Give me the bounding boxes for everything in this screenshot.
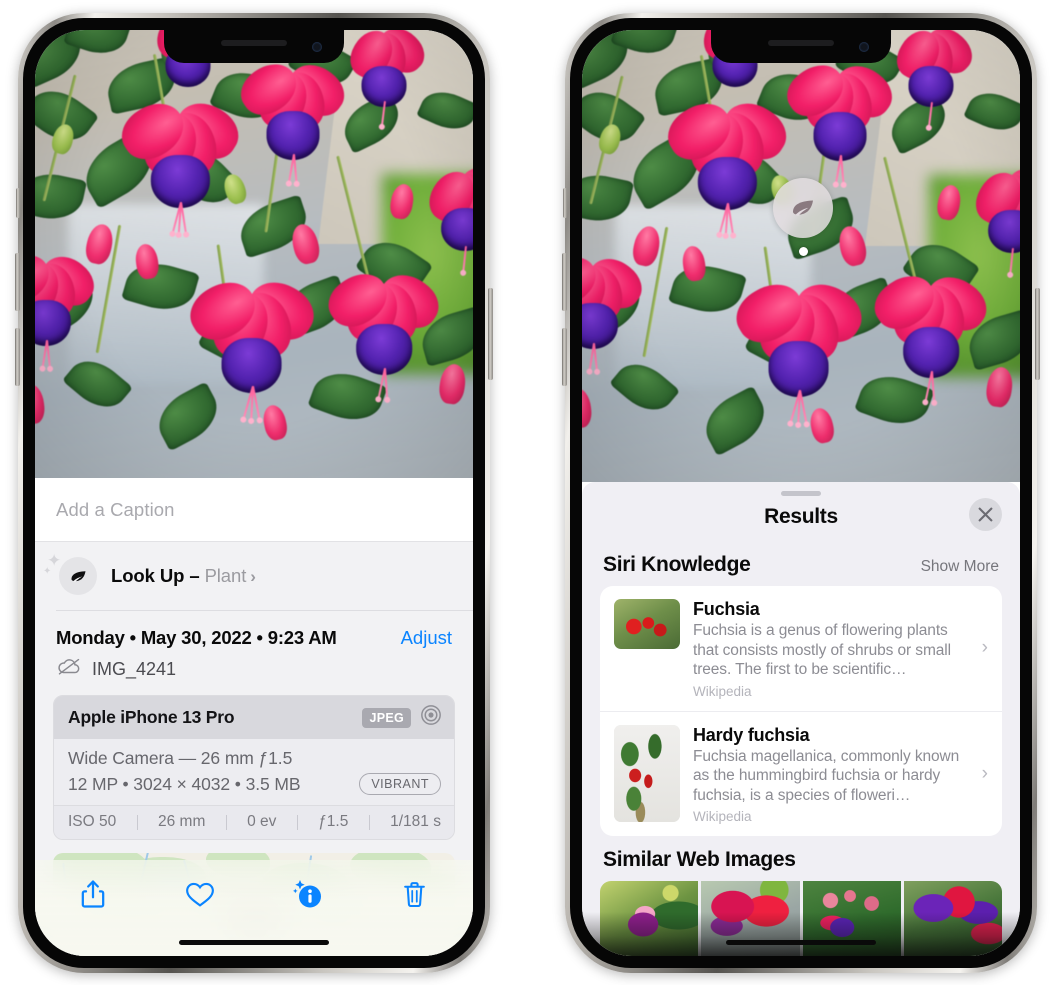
exif-focal-length: 26 mm — [158, 813, 206, 830]
photo-info-sheet: Add a Caption ✦ ✦ Look Up – Plant › Mond… — [35, 478, 473, 956]
results-sheet: Results Siri Knowledge Show More Fuchsia… — [582, 482, 1020, 956]
metadata-badges: JPEG — [362, 704, 442, 731]
exif-shutter-speed: 1/181 s — [390, 813, 441, 830]
sparkles-small-icon: ✦ — [43, 566, 52, 577]
file-name: IMG_4241 — [92, 658, 177, 679]
exif-iso: ISO 50 — [68, 813, 117, 830]
delete-button[interactable] — [395, 874, 435, 914]
knowledge-source: Wikipedia — [693, 683, 752, 699]
leaf-icon — [793, 200, 814, 216]
knowledge-thumbnail — [614, 724, 680, 822]
knowledge-title: Fuchsia — [693, 599, 760, 619]
chevron-right-icon: › — [250, 567, 256, 586]
photo-viewer[interactable] — [582, 30, 1020, 482]
knowledge-item[interactable]: Hardy fuchsia Fuchsia magellanica, commo… — [600, 710, 1002, 837]
bottom-scrim — [582, 912, 1020, 956]
capture-date-row: Monday • May 30, 2022 • 9:23 AM Adjust — [35, 611, 473, 653]
knowledge-title: Hardy fuchsia — [693, 724, 810, 745]
file-row: IMG_4241 — [35, 653, 473, 695]
device-notch — [164, 30, 344, 63]
knowledge-description: Fuchsia is a genus of flowering plants t… — [693, 622, 951, 678]
siri-knowledge-header: Siri Knowledge Show More — [582, 541, 1020, 586]
look-up-label: Look Up – Plant › — [111, 565, 256, 587]
device-bezel: Results Siri Knowledge Show More Fuchsia… — [570, 18, 1032, 968]
fuchsia-photo — [582, 30, 1020, 482]
fuchsia-photo — [35, 30, 473, 478]
home-indicator[interactable] — [179, 939, 329, 945]
results-title: Results — [764, 505, 838, 528]
lens-info: Wide Camera — 26 mm ƒ1.5 — [68, 748, 293, 768]
exif-aperture: ƒ1.5 — [318, 813, 349, 830]
siri-knowledge-card: Fuchsia Fuchsia is a genus of flowering … — [600, 586, 1002, 836]
left-screen: Add a Caption ✦ ✦ Look Up – Plant › Mond… — [35, 30, 473, 956]
power-button[interactable] — [488, 288, 493, 380]
exif-separator — [136, 814, 138, 830]
volume-up-button[interactable] — [15, 253, 20, 311]
similar-web-images-title: Similar Web Images — [603, 848, 796, 871]
exif-exposure-comp: 0 ev — [247, 813, 277, 830]
photo-viewer[interactable] — [35, 30, 473, 478]
device-notch — [711, 30, 891, 63]
front-camera-icon — [859, 42, 869, 52]
iphone-left-device: Add a Caption ✦ ✦ Look Up – Plant › Mond… — [15, 13, 493, 973]
knowledge-thumbnail — [614, 599, 680, 649]
exif-separator — [296, 814, 298, 830]
exif-separator — [225, 814, 227, 830]
favorite-button[interactable] — [180, 874, 220, 914]
visual-lookup-leaf-badge[interactable] — [773, 178, 834, 256]
metadata-header: Apple iPhone 13 Pro JPEG — [54, 696, 454, 739]
volume-up-button[interactable] — [562, 253, 567, 311]
knowledge-source: Wikipedia — [693, 809, 752, 824]
siri-knowledge-title: Siri Knowledge — [603, 553, 751, 576]
leaf-icon — [59, 557, 97, 595]
iphone-right-device: Results Siri Knowledge Show More Fuchsia… — [562, 13, 1040, 973]
results-header: Results — [582, 496, 1020, 541]
exif-separator — [368, 814, 370, 830]
screenshot-stage: Add a Caption ✦ ✦ Look Up – Plant › Mond… — [0, 0, 1055, 985]
camera-device-name: Apple iPhone 13 Pro — [68, 707, 235, 727]
home-indicator[interactable] — [726, 939, 876, 945]
caption-field[interactable]: Add a Caption — [35, 478, 473, 542]
front-camera-icon — [312, 42, 322, 52]
leaf-badge-anchor-dot — [798, 247, 808, 256]
silent-switch[interactable] — [16, 188, 20, 218]
photographic-style-badge: VIBRANT — [359, 773, 441, 795]
chevron-right-icon: › — [981, 762, 988, 784]
metadata-body: Wide Camera — 26 mm ƒ1.5 12 MP • 3024 × … — [54, 739, 454, 805]
device-bezel: Add a Caption ✦ ✦ Look Up – Plant › Mond… — [23, 18, 485, 968]
info-button[interactable] — [288, 874, 328, 914]
knowledge-item[interactable]: Fuchsia Fuchsia is a genus of flowering … — [600, 586, 1002, 711]
look-up-icon-group: ✦ ✦ — [43, 552, 97, 595]
cloud-slash-icon — [56, 657, 82, 681]
earpiece-speaker — [768, 40, 834, 46]
look-up-row[interactable]: ✦ ✦ Look Up – Plant › — [35, 542, 473, 610]
aperture-icon — [420, 704, 442, 731]
close-icon — [978, 507, 993, 522]
format-badge: JPEG — [362, 707, 411, 728]
volume-down-button[interactable] — [15, 328, 20, 386]
silent-switch[interactable] — [563, 188, 567, 218]
volume-down-button[interactable] — [562, 328, 567, 386]
earpiece-speaker — [221, 40, 287, 46]
file-size-info: 12 MP • 3024 × 4032 • 3.5 MB — [68, 773, 301, 794]
show-more-button[interactable]: Show More — [921, 558, 999, 576]
adjust-button[interactable]: Adjust — [401, 627, 452, 649]
close-button[interactable] — [969, 498, 1002, 531]
look-up-subject: Plant — [204, 565, 247, 586]
capture-date: Monday • May 30, 2022 • 9:23 AM — [56, 627, 337, 648]
caption-placeholder: Add a Caption — [56, 499, 175, 520]
similar-web-images-header: Similar Web Images — [582, 836, 1020, 881]
right-screen: Results Siri Knowledge Show More Fuchsia… — [582, 30, 1020, 956]
knowledge-body: Hardy fuchsia Fuchsia magellanica, commo… — [693, 725, 988, 825]
knowledge-body: Fuchsia Fuchsia is a genus of flowering … — [693, 599, 988, 699]
knowledge-description: Fuchsia magellanica, commonly known as t… — [693, 747, 960, 804]
exif-row: ISO 50 26 mm 0 ev ƒ1.5 1/181 s — [54, 805, 454, 839]
chevron-right-icon: › — [981, 637, 988, 659]
look-up-prefix: Look Up – — [111, 565, 205, 586]
share-button[interactable] — [73, 874, 113, 914]
power-button[interactable] — [1035, 288, 1040, 380]
camera-metadata-card[interactable]: Apple iPhone 13 Pro JPEG Wide Camera — 2… — [53, 695, 455, 840]
